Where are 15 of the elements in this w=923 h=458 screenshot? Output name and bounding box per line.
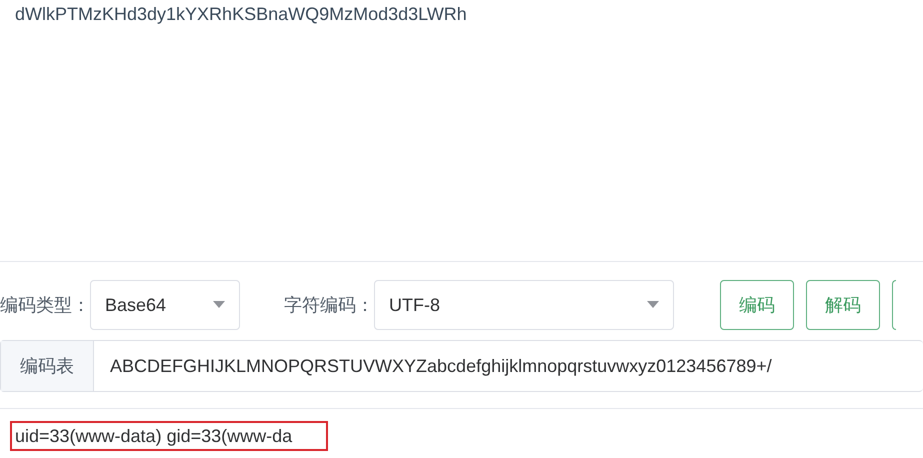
- dropdown-caret-icon: [213, 301, 225, 309]
- output-text-area[interactable]: uid=33(www-data) gid=33(www-da: [0, 408, 923, 451]
- alphabet-label: 编码表: [1, 341, 94, 391]
- highlighted-output-text: uid=33(www-data) gid=33(www-da: [10, 421, 328, 451]
- action-button[interactable]: 编码: [720, 280, 794, 330]
- alphabet-value: ABCDEFGHIJKLMNOPQRSTUVWXYZabcdefghijklmnopqrstuvwxyz0123456789+/: [109, 354, 773, 378]
- charset-select[interactable]: UTF-8: [374, 280, 674, 330]
- dropdown-caret-icon: [647, 301, 659, 309]
- alphabet-field[interactable]: 编码表 ABCDEFGHIJKLMNOPQRSTUVWXYZabcdefghijklmnopqrstuvwxyz0123456789+/: [0, 340, 923, 392]
- partial-button[interactable]: [892, 280, 896, 330]
- input-text-area[interactable]: dWlkPTMzKHd3dy1kYXRhKSBnaWQ9MzMod3d3LWRh: [0, 0, 923, 262]
- charset-label: 字符编码：: [284, 294, 374, 317]
- encoding-type-label: 编码类型：: [0, 294, 90, 317]
- encoding-type-select[interactable]: Base64: [90, 280, 240, 330]
- action-button[interactable]: 解码: [806, 280, 880, 330]
